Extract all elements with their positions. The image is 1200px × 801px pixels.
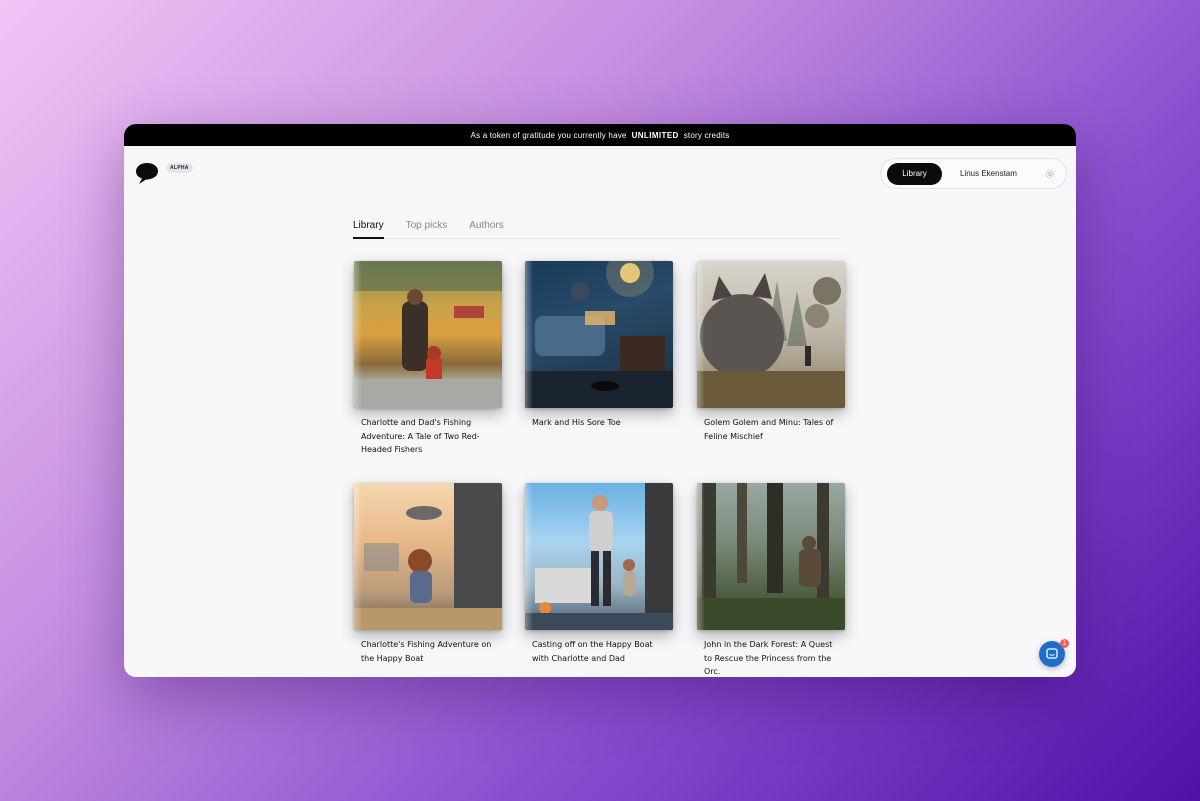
tab-library[interactable]: Library xyxy=(353,217,384,239)
book-cover-image[interactable] xyxy=(525,261,673,408)
top-nav: Library Linus Ekenstam xyxy=(880,158,1067,189)
banner-prefix: As a token of gratitude you currently ha… xyxy=(470,130,627,140)
book-card[interactable]: Charlotte and Dad's Fishing Adventure: A… xyxy=(354,261,502,457)
book-cover-image[interactable] xyxy=(697,483,845,630)
nav-library-button[interactable]: Library xyxy=(887,162,942,185)
book-cover-image[interactable] xyxy=(354,483,502,630)
chat-icon xyxy=(1046,648,1058,659)
book-cover-image[interactable] xyxy=(525,483,673,630)
book-title: Mark and His Sore Toe xyxy=(532,418,621,427)
book-title: Casting off on the Happy Boat with Charl… xyxy=(532,640,653,663)
gear-icon[interactable] xyxy=(1044,168,1056,180)
book-title: John in the Dark Forest: A Quest to Resc… xyxy=(704,640,833,676)
tab-top-picks[interactable]: Top picks xyxy=(406,217,448,239)
book-title: Golem Golem and Minu: Tales of Feline Mi… xyxy=(704,418,834,441)
chat-notification-badge: 1 xyxy=(1060,639,1069,648)
alpha-badge: ALPHA xyxy=(166,163,193,173)
book-card[interactable]: John in the Dark Forest: A Quest to Resc… xyxy=(697,483,845,677)
library-tabs: Library Top picks Authors xyxy=(353,217,840,239)
book-card[interactable]: Golem Golem and Minu: Tales of Feline Mi… xyxy=(697,261,845,443)
nav-user-button[interactable]: Linus Ekenstam xyxy=(960,169,1017,178)
book-card[interactable]: Charlotte's Fishing Adventure on the Hap… xyxy=(354,483,502,665)
book-cover-image[interactable] xyxy=(354,261,502,408)
book-card[interactable]: Casting off on the Happy Boat with Charl… xyxy=(525,483,673,665)
book-title: Charlotte and Dad's Fishing Adventure: A… xyxy=(361,418,480,454)
tab-authors[interactable]: Authors xyxy=(469,217,503,239)
banner-highlight: UNLIMITED xyxy=(631,130,679,140)
app-window: As a token of gratitude you currently ha… xyxy=(124,124,1076,677)
book-title: Charlotte's Fishing Adventure on the Hap… xyxy=(361,640,492,663)
book-card[interactable]: Mark and His Sore Toe xyxy=(525,261,673,430)
book-cover-image[interactable] xyxy=(697,261,845,408)
credits-banner: As a token of gratitude you currently ha… xyxy=(124,124,1076,146)
speech-bubble-icon[interactable] xyxy=(134,160,160,186)
banner-suffix: story credits xyxy=(683,130,730,140)
